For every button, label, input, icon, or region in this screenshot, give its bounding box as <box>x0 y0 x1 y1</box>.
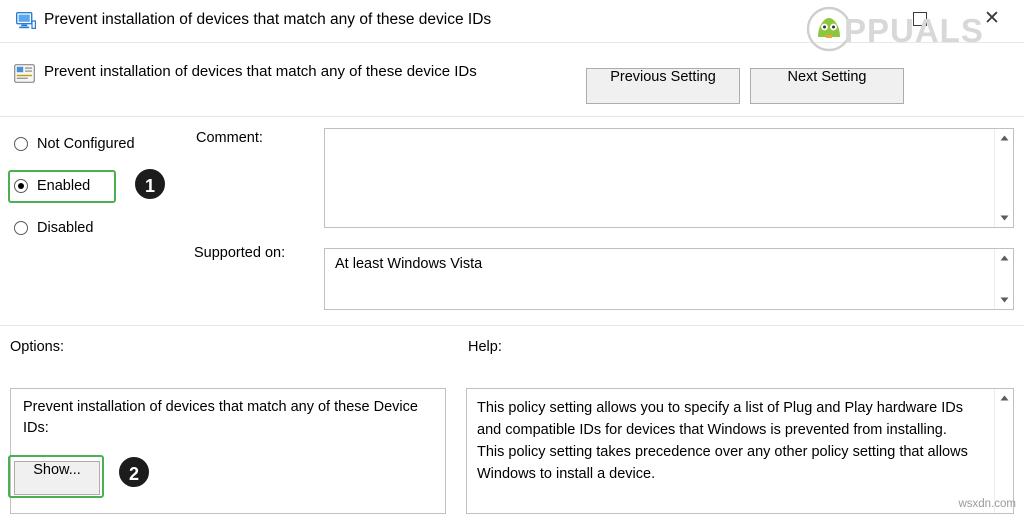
policy-setting-icon <box>14 64 35 83</box>
show-button[interactable]: Show... <box>14 461 100 495</box>
radio-icon-enabled <box>14 179 28 193</box>
header-divider <box>0 116 1024 117</box>
radio-not-configured[interactable]: Not Configured <box>14 133 135 155</box>
policy-header-label: Prevent installation of devices that mat… <box>44 63 477 80</box>
radio-label-enabled: Enabled <box>37 178 91 194</box>
help-description: This policy setting allows you to specif… <box>477 400 968 482</box>
scroll-up-icon[interactable] <box>995 249 1013 267</box>
callout-step-1: 1 <box>133 167 167 201</box>
radio-icon-not-configured <box>14 137 28 151</box>
supported-on-scrollbar[interactable] <box>994 249 1013 309</box>
radio-label-disabled: Disabled <box>37 220 94 236</box>
scroll-up-icon[interactable] <box>995 389 1013 407</box>
help-pane: This policy setting allows you to specif… <box>466 388 1014 514</box>
supported-on-field: At least Windows Vista <box>324 248 1014 310</box>
options-description: Prevent installation of devices that mat… <box>23 399 418 436</box>
previous-setting-button[interactable]: Previous Setting <box>586 68 740 104</box>
radio-enabled[interactable]: Enabled <box>14 175 90 197</box>
supported-on-value: At least Windows Vista <box>335 256 483 272</box>
options-divider <box>0 325 1024 326</box>
radio-label-not-configured: Not Configured <box>37 136 135 152</box>
close-window-button[interactable]: ✕ <box>975 4 1009 34</box>
help-label: Help: <box>468 339 502 355</box>
radio-disabled[interactable]: Disabled <box>14 217 93 239</box>
window-titlebar: Prevent installation of devices that mat… <box>0 0 1024 52</box>
restore-window-button[interactable] <box>903 4 937 34</box>
scroll-down-icon[interactable] <box>995 209 1013 227</box>
source-credit: wsxdn.com <box>958 498 1016 510</box>
comment-scrollbar[interactable] <box>994 129 1013 227</box>
appuals-logo-badge <box>806 6 852 52</box>
monitor-policy-icon <box>15 11 36 29</box>
radio-icon-disabled <box>14 221 28 235</box>
comment-label: Comment: <box>196 130 263 146</box>
options-label: Options: <box>10 339 64 355</box>
scroll-up-icon[interactable] <box>995 129 1013 147</box>
next-setting-button[interactable]: Next Setting <box>750 68 904 104</box>
help-scrollbar[interactable] <box>994 389 1013 513</box>
callout-step-2: 2 <box>117 455 151 489</box>
comment-textarea[interactable] <box>324 128 1014 228</box>
restore-icon <box>913 12 927 27</box>
options-pane: Prevent installation of devices that mat… <box>10 388 446 514</box>
scroll-down-icon[interactable] <box>995 291 1013 309</box>
supported-on-label: Supported on: <box>194 245 286 261</box>
window-title: Prevent installation of devices that mat… <box>44 11 492 28</box>
